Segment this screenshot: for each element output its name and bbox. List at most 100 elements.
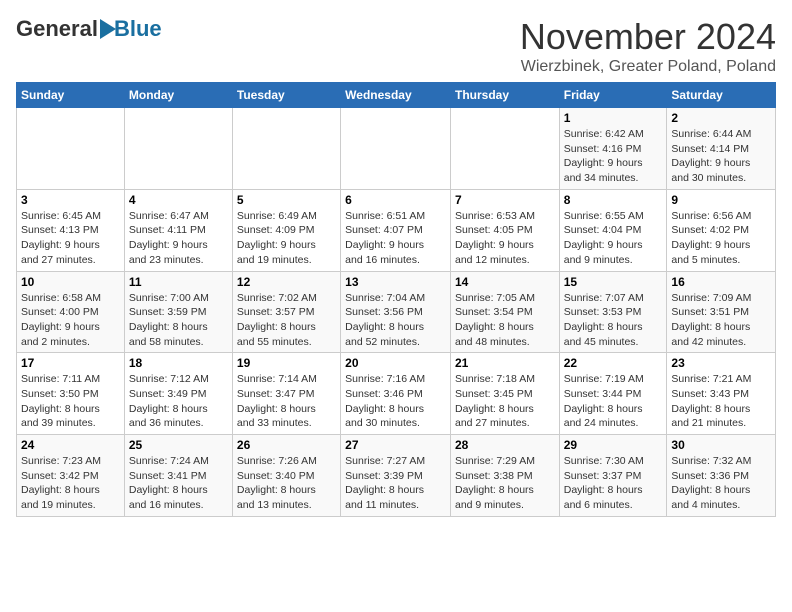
calendar-week-row: 10Sunrise: 6:58 AM Sunset: 4:00 PM Dayli… bbox=[17, 271, 776, 353]
calendar-cell bbox=[450, 108, 559, 190]
calendar-cell: 21 Sunrise: 7:18 AM Sunset: 3:45 PM Dayli… bbox=[450, 353, 559, 435]
day-number: 22 bbox=[564, 356, 663, 370]
calendar-cell: 30 Sunrise: 7:32 AM Sunset: 3:36 PM Dayli… bbox=[667, 435, 776, 517]
day-info: Sunrise: 7:23 AM Sunset: 3:42 PM Dayligh… bbox=[21, 454, 120, 513]
weekday-header-saturday: Saturday bbox=[667, 83, 776, 108]
day-number: 4 bbox=[129, 193, 228, 207]
calendar-week-row: 1 Sunrise: 6:42 AM Sunset: 4:16 PM Daylig… bbox=[17, 108, 776, 190]
calendar-cell: 7 Sunrise: 6:53 AM Sunset: 4:05 PM Daylig… bbox=[450, 189, 559, 271]
calendar-cell: 5Sunrise: 6:49 AM Sunset: 4:09 PM Daylig… bbox=[232, 189, 340, 271]
day-number: 1 bbox=[564, 111, 663, 125]
day-number: 18 bbox=[129, 356, 228, 370]
weekday-header-monday: Monday bbox=[124, 83, 232, 108]
calendar-cell: 11Sunrise: 7:00 AM Sunset: 3:59 PM Dayli… bbox=[124, 271, 232, 353]
calendar-cell: 17 Sunrise: 7:11 AM Sunset: 3:50 PM Dayli… bbox=[17, 353, 125, 435]
calendar-cell: 8 Sunrise: 6:55 AM Sunset: 4:04 PM Daylig… bbox=[559, 189, 667, 271]
day-info: Sunrise: 6:45 AM Sunset: 4:13 PM Dayligh… bbox=[21, 209, 120, 268]
calendar-location: Wierzbinek, Greater Poland, Poland bbox=[520, 58, 776, 76]
weekday-header-friday: Friday bbox=[559, 83, 667, 108]
calendar-cell: 23 Sunrise: 7:21 AM Sunset: 3:43 PM Dayli… bbox=[667, 353, 776, 435]
day-info: Sunrise: 7:00 AM Sunset: 3:59 PM Dayligh… bbox=[129, 291, 228, 350]
calendar-cell: 10Sunrise: 6:58 AM Sunset: 4:00 PM Dayli… bbox=[17, 271, 125, 353]
day-info: Sunrise: 7:04 AM Sunset: 3:56 PM Dayligh… bbox=[345, 291, 446, 350]
day-number: 10 bbox=[21, 275, 120, 289]
day-number: 3 bbox=[21, 193, 120, 207]
day-info: Sunrise: 7:07 AM Sunset: 3:53 PM Dayligh… bbox=[564, 291, 663, 350]
day-info: Sunrise: 7:32 AM Sunset: 3:36 PM Dayligh… bbox=[671, 454, 771, 513]
calendar-cell: 27 Sunrise: 7:27 AM Sunset: 3:39 PM Dayli… bbox=[341, 435, 451, 517]
day-number: 5 bbox=[237, 193, 336, 207]
page-header: General Blue November 2024 Wierzbinek, G… bbox=[16, 16, 776, 76]
day-info: Sunrise: 7:29 AM Sunset: 3:38 PM Dayligh… bbox=[455, 454, 555, 513]
day-number: 15 bbox=[564, 275, 663, 289]
calendar-week-row: 3 Sunrise: 6:45 AM Sunset: 4:13 PM Daylig… bbox=[17, 189, 776, 271]
day-number: 21 bbox=[455, 356, 555, 370]
calendar-cell bbox=[232, 108, 340, 190]
day-number: 19 bbox=[237, 356, 336, 370]
day-info: Sunrise: 7:02 AM Sunset: 3:57 PM Dayligh… bbox=[237, 291, 336, 350]
calendar-cell: 19 Sunrise: 7:14 AM Sunset: 3:47 PM Dayli… bbox=[232, 353, 340, 435]
calendar-cell: 13 Sunrise: 7:04 AM Sunset: 3:56 PM Dayli… bbox=[341, 271, 451, 353]
day-info: Sunrise: 7:14 AM Sunset: 3:47 PM Dayligh… bbox=[237, 372, 336, 431]
calendar-cell: 2Sunrise: 6:44 AM Sunset: 4:14 PM Daylig… bbox=[667, 108, 776, 190]
calendar-cell: 4Sunrise: 6:47 AM Sunset: 4:11 PM Daylig… bbox=[124, 189, 232, 271]
day-info: Sunrise: 6:56 AM Sunset: 4:02 PM Dayligh… bbox=[671, 209, 771, 268]
day-number: 13 bbox=[345, 275, 446, 289]
day-info: Sunrise: 7:27 AM Sunset: 3:39 PM Dayligh… bbox=[345, 454, 446, 513]
calendar-cell: 16 Sunrise: 7:09 AM Sunset: 3:51 PM Dayli… bbox=[667, 271, 776, 353]
day-number: 2 bbox=[671, 111, 771, 125]
weekday-header-wednesday: Wednesday bbox=[341, 83, 451, 108]
calendar-title: November 2024 bbox=[520, 16, 776, 58]
day-number: 6 bbox=[345, 193, 446, 207]
calendar-cell: 28Sunrise: 7:29 AM Sunset: 3:38 PM Dayli… bbox=[450, 435, 559, 517]
calendar-cell bbox=[341, 108, 451, 190]
logo-general-text: General bbox=[16, 16, 98, 42]
day-number: 20 bbox=[345, 356, 446, 370]
day-number: 7 bbox=[455, 193, 555, 207]
day-info: Sunrise: 7:18 AM Sunset: 3:45 PM Dayligh… bbox=[455, 372, 555, 431]
day-info: Sunrise: 7:09 AM Sunset: 3:51 PM Dayligh… bbox=[671, 291, 771, 350]
calendar-cell: 18 Sunrise: 7:12 AM Sunset: 3:49 PM Dayli… bbox=[124, 353, 232, 435]
weekday-header-sunday: Sunday bbox=[17, 83, 125, 108]
day-number: 25 bbox=[129, 438, 228, 452]
logo-blue-text: Blue bbox=[114, 16, 162, 42]
day-number: 12 bbox=[237, 275, 336, 289]
day-info: Sunrise: 7:30 AM Sunset: 3:37 PM Dayligh… bbox=[564, 454, 663, 513]
calendar-cell: 6 Sunrise: 6:51 AM Sunset: 4:07 PM Daylig… bbox=[341, 189, 451, 271]
day-info: Sunrise: 7:19 AM Sunset: 3:44 PM Dayligh… bbox=[564, 372, 663, 431]
day-number: 16 bbox=[671, 275, 771, 289]
day-number: 27 bbox=[345, 438, 446, 452]
calendar-table: SundayMondayTuesdayWednesdayThursdayFrid… bbox=[16, 82, 776, 517]
calendar-week-row: 17 Sunrise: 7:11 AM Sunset: 3:50 PM Dayli… bbox=[17, 353, 776, 435]
calendar-cell: 22 Sunrise: 7:19 AM Sunset: 3:44 PM Dayli… bbox=[559, 353, 667, 435]
weekday-header-tuesday: Tuesday bbox=[232, 83, 340, 108]
calendar-cell: 20 Sunrise: 7:16 AM Sunset: 3:46 PM Dayli… bbox=[341, 353, 451, 435]
day-info: Sunrise: 7:26 AM Sunset: 3:40 PM Dayligh… bbox=[237, 454, 336, 513]
day-number: 9 bbox=[671, 193, 771, 207]
day-number: 23 bbox=[671, 356, 771, 370]
day-number: 30 bbox=[671, 438, 771, 452]
day-number: 24 bbox=[21, 438, 120, 452]
day-info: Sunrise: 6:53 AM Sunset: 4:05 PM Dayligh… bbox=[455, 209, 555, 268]
day-number: 17 bbox=[21, 356, 120, 370]
day-info: Sunrise: 7:21 AM Sunset: 3:43 PM Dayligh… bbox=[671, 372, 771, 431]
calendar-cell: 24 Sunrise: 7:23 AM Sunset: 3:42 PM Dayli… bbox=[17, 435, 125, 517]
day-info: Sunrise: 7:11 AM Sunset: 3:50 PM Dayligh… bbox=[21, 372, 120, 431]
day-number: 14 bbox=[455, 275, 555, 289]
weekday-header-thursday: Thursday bbox=[450, 83, 559, 108]
calendar-cell bbox=[17, 108, 125, 190]
day-number: 8 bbox=[564, 193, 663, 207]
day-info: Sunrise: 7:24 AM Sunset: 3:41 PM Dayligh… bbox=[129, 454, 228, 513]
calendar-cell: 1 Sunrise: 6:42 AM Sunset: 4:16 PM Daylig… bbox=[559, 108, 667, 190]
calendar-cell: 3 Sunrise: 6:45 AM Sunset: 4:13 PM Daylig… bbox=[17, 189, 125, 271]
day-info: Sunrise: 7:05 AM Sunset: 3:54 PM Dayligh… bbox=[455, 291, 555, 350]
day-info: Sunrise: 6:55 AM Sunset: 4:04 PM Dayligh… bbox=[564, 209, 663, 268]
day-info: Sunrise: 7:16 AM Sunset: 3:46 PM Dayligh… bbox=[345, 372, 446, 431]
day-info: Sunrise: 6:51 AM Sunset: 4:07 PM Dayligh… bbox=[345, 209, 446, 268]
day-info: Sunrise: 6:42 AM Sunset: 4:16 PM Dayligh… bbox=[564, 127, 663, 186]
day-info: Sunrise: 7:12 AM Sunset: 3:49 PM Dayligh… bbox=[129, 372, 228, 431]
calendar-cell: 9 Sunrise: 6:56 AM Sunset: 4:02 PM Daylig… bbox=[667, 189, 776, 271]
calendar-cell: 25 Sunrise: 7:24 AM Sunset: 3:41 PM Dayli… bbox=[124, 435, 232, 517]
calendar-header-row: SundayMondayTuesdayWednesdayThursdayFrid… bbox=[17, 83, 776, 108]
calendar-cell: 14 Sunrise: 7:05 AM Sunset: 3:54 PM Dayli… bbox=[450, 271, 559, 353]
